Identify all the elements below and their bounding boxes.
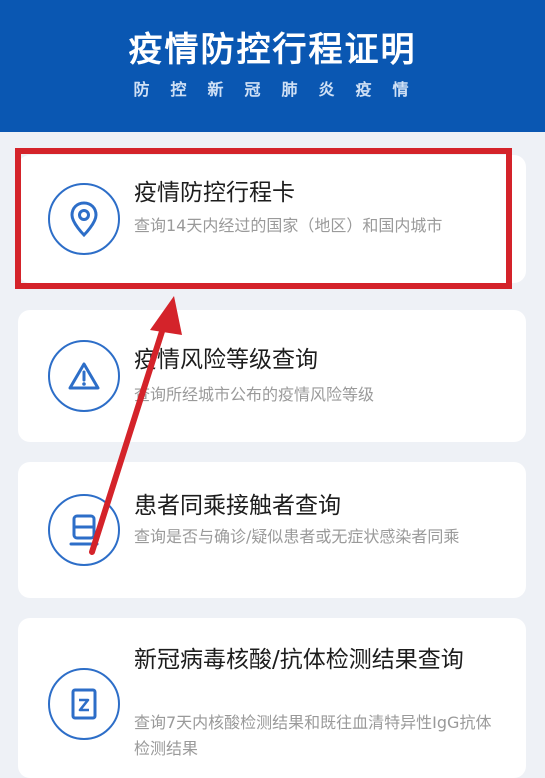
warning-triangle-icon: [48, 340, 120, 412]
card-title: 患者同乘接触者查询: [134, 493, 341, 519]
card-itinerary[interactable]: 疫情防控行程卡 查询14天内经过的国家（地区）和国内城市: [18, 155, 526, 283]
location-pin-icon: [48, 183, 120, 255]
card-description: 查询所经城市公布的疫情风险等级: [134, 385, 375, 404]
card-title: 疫情风险等级查询: [134, 347, 318, 373]
page-subtitle: 防控新冠肺炎疫情: [133, 80, 430, 99]
card-test-result[interactable]: 新冠病毒核酸/抗体检测结果查询 查询7天内核酸检测结果和既往血清特异性IgG抗体…: [18, 618, 526, 778]
header-banner: 疫情防控行程证明 防控新冠肺炎疫情: [0, 0, 545, 132]
card-title: 新冠病毒核酸/抗体检测结果查询: [134, 647, 464, 673]
card-contact-query[interactable]: 患者同乘接触者查询 查询是否与确诊/疑似患者或无症状感染者同乘: [18, 462, 526, 598]
card-risk-level[interactable]: 疫情风险等级查询 查询所经城市公布的疫情风险等级: [18, 310, 526, 442]
card-description: 查询是否与确诊/疑似患者或无症状感染者同乘: [134, 527, 460, 546]
card-description: 查询7天内核酸检测结果和既往血清特异性IgG抗体检测结果: [134, 713, 492, 758]
page-title: 疫情防控行程证明: [128, 30, 417, 70]
card-title: 疫情防控行程卡: [134, 180, 295, 206]
train-icon: [48, 494, 120, 566]
test-report-icon: [48, 668, 120, 740]
card-description: 查询14天内经过的国家（地区）和国内城市: [134, 216, 443, 235]
